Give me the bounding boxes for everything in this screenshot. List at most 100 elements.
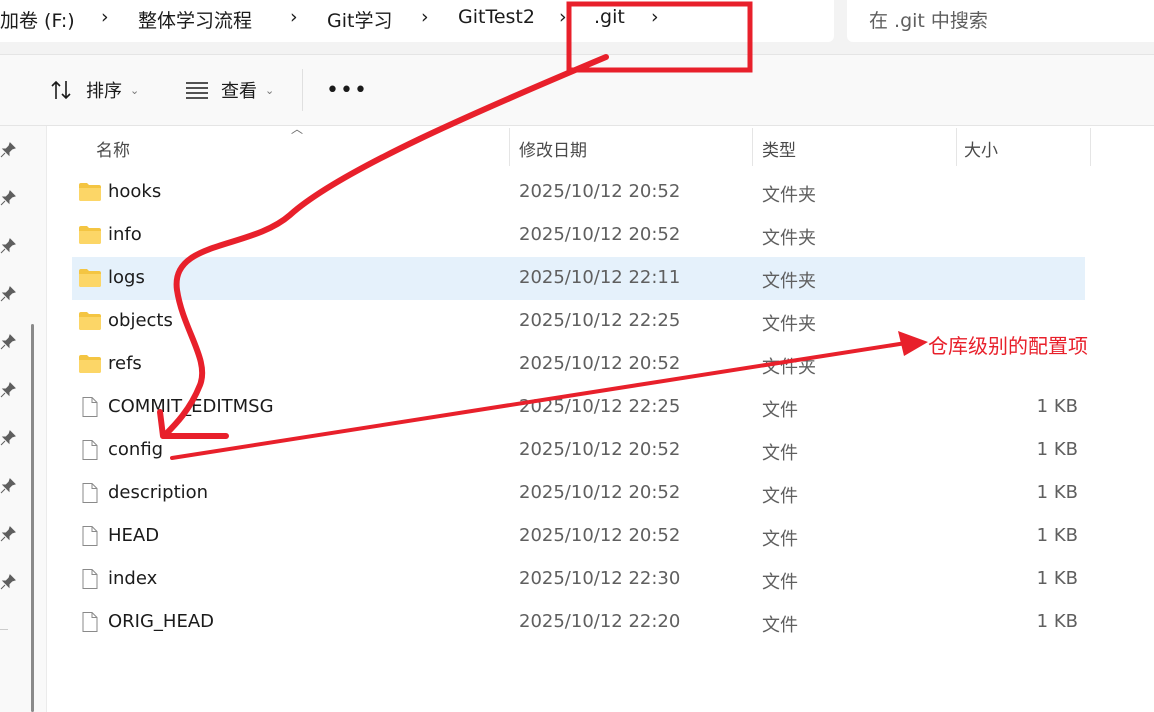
column-header-size[interactable]: 大小 [964, 136, 998, 161]
pin-icon[interactable] [0, 478, 16, 494]
breadcrumb-folder-3[interactable]: GitTest2 [458, 6, 535, 28]
breadcrumb-folder-1[interactable]: 整体学习流程 [138, 6, 252, 33]
view-button[interactable]: 查看 ⌄ [185, 75, 274, 105]
pin-icon[interactable] [0, 286, 16, 302]
pin-icon[interactable] [0, 142, 16, 158]
file-icon [82, 526, 98, 546]
file-size: 1 KB [1036, 482, 1078, 503]
file-type: 文件 [762, 443, 798, 464]
folder-row[interactable]: info 2025/10/12 20:52 文件夹 [72, 214, 1085, 257]
file-modified-date: 2025/10/12 22:30 [519, 568, 681, 589]
folder-icon [79, 269, 101, 287]
breadcrumb-current[interactable]: .git [594, 6, 625, 28]
file-name: description [108, 482, 209, 503]
file-row[interactable]: index 2025/10/12 22:30 文件 1 KB [72, 558, 1085, 601]
column-divider[interactable] [1090, 128, 1091, 166]
file-name: info [108, 224, 142, 245]
pin-icon[interactable] [0, 574, 16, 590]
pin-icon[interactable] [0, 334, 16, 350]
chevron-down-icon: ⌄ [130, 83, 140, 97]
file-row[interactable]: ORIG_HEAD 2025/10/12 22:20 文件 1 KB [72, 601, 1085, 644]
file-size: 1 KB [1036, 439, 1078, 460]
chevron-right-icon[interactable]: › [290, 6, 298, 28]
file-type: 文件夹 [762, 271, 816, 292]
file-icon [82, 612, 98, 632]
column-divider[interactable] [752, 128, 753, 166]
sort-ascending-icon: ︿ [291, 122, 304, 136]
file-modified-date: 2025/10/12 22:20 [519, 611, 681, 632]
file-type: 文件 [762, 615, 798, 636]
file-modified-date: 2025/10/12 20:52 [519, 482, 681, 503]
file-row[interactable]: config 2025/10/12 20:52 文件 1 KB [72, 429, 1085, 472]
column-divider[interactable] [956, 128, 957, 166]
more-options-button[interactable]: ••• [326, 78, 368, 103]
file-modified-date: 2025/10/12 22:25 [519, 310, 681, 331]
file-type: 文件 [762, 572, 798, 593]
folder-icon [79, 355, 101, 373]
file-type: 文件夹 [762, 314, 816, 335]
chevron-right-icon[interactable]: › [101, 6, 109, 28]
pin-icon[interactable] [0, 238, 16, 254]
file-name: ORIG_HEAD [108, 611, 215, 632]
chevron-right-icon[interactable]: › [421, 6, 429, 28]
file-name: HEAD [108, 525, 160, 546]
file-icon [82, 440, 98, 460]
chevron-down-icon: ⌄ [265, 83, 275, 97]
annotation-label: 仓库级别的配置项 [928, 334, 1088, 358]
column-header-name[interactable]: 名称 [96, 136, 130, 161]
file-size: 1 KB [1036, 611, 1078, 632]
column-divider[interactable] [509, 128, 510, 166]
file-modified-date: 2025/10/12 20:52 [519, 525, 681, 546]
folder-row[interactable]: logs 2025/10/12 22:11 文件夹 [72, 257, 1085, 300]
file-type: 文件 [762, 486, 798, 507]
file-name: logs [108, 267, 145, 288]
file-row[interactable]: HEAD 2025/10/12 20:52 文件 1 KB [72, 515, 1085, 558]
sort-button[interactable]: 排序 ⌄ [50, 75, 139, 105]
folder-icon [79, 226, 101, 244]
nav-divider [0, 629, 8, 630]
address-bar-area: 加卷 (F:) › 整体学习流程 › Git学习 › GitTest2 › .g… [0, 0, 1154, 55]
column-header-type[interactable]: 类型 [762, 136, 796, 161]
sort-label: 排序 [86, 81, 122, 102]
list-view-icon [186, 82, 208, 99]
breadcrumb-folder-2[interactable]: Git学习 [327, 6, 392, 33]
file-type: 文件 [762, 400, 798, 421]
file-name: hooks [108, 181, 162, 202]
sort-icon [51, 80, 71, 100]
navigation-pane [0, 126, 47, 712]
file-type: 文件 [762, 529, 798, 550]
command-bar: 排序 ⌄ 查看 ⌄ [0, 55, 1154, 126]
pin-icon[interactable] [0, 190, 16, 206]
breadcrumb[interactable]: 加卷 (F:) › 整体学习流程 › Git学习 › GitTest2 › .g… [0, 0, 834, 42]
file-type: 文件夹 [762, 357, 816, 378]
search-box[interactable] [847, 0, 1154, 42]
file-modified-date: 2025/10/12 20:52 [519, 439, 681, 460]
file-name: config [108, 439, 164, 460]
file-name: index [108, 568, 158, 589]
file-name: refs [108, 353, 142, 374]
pin-icon[interactable] [0, 430, 16, 446]
chevron-right-icon[interactable]: › [559, 6, 567, 28]
search-input[interactable] [867, 6, 1141, 36]
folder-icon [79, 183, 101, 201]
view-label: 查看 [221, 81, 257, 102]
file-icon [82, 483, 98, 503]
file-size: 1 KB [1036, 396, 1078, 417]
file-modified-date: 2025/10/12 20:52 [519, 224, 681, 245]
file-size: 1 KB [1036, 568, 1078, 589]
pin-icon[interactable] [0, 526, 16, 542]
file-modified-date: 2025/10/12 20:52 [519, 353, 681, 374]
chevron-right-icon[interactable]: › [651, 6, 659, 28]
breadcrumb-drive[interactable]: 加卷 (F:) [0, 6, 75, 33]
file-modified-date: 2025/10/12 22:25 [519, 396, 681, 417]
file-row[interactable]: COMMIT_EDITMSG 2025/10/12 22:25 文件 1 KB [72, 386, 1085, 429]
file-icon [82, 569, 98, 589]
nav-scrollbar[interactable] [31, 324, 34, 712]
folder-row[interactable]: hooks 2025/10/12 20:52 文件夹 [72, 171, 1085, 214]
file-name: objects [108, 310, 173, 331]
column-header-modified[interactable]: 修改日期 [519, 136, 587, 161]
file-row[interactable]: description 2025/10/12 20:52 文件 1 KB [72, 472, 1085, 515]
pin-icon[interactable] [0, 382, 16, 398]
folder-icon [79, 312, 101, 330]
file-type: 文件夹 [762, 228, 816, 249]
